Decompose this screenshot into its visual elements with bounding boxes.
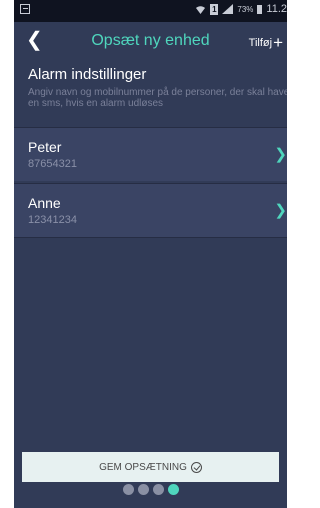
chevron-right-icon: ❯	[274, 146, 287, 163]
chevron-right-icon: ❯	[274, 202, 287, 219]
app-screen: 1 73% 11.2 ❮ Opsæt ny enhed Tilføj+ Alar…	[14, 0, 287, 508]
clock: 11.2	[266, 3, 287, 15]
page-dot	[137, 484, 149, 495]
add-contact-button[interactable]: Tilføj+	[249, 33, 283, 53]
page-dot	[152, 484, 164, 495]
battery-percent: 73%	[237, 4, 254, 14]
contact-name: Peter	[28, 139, 62, 155]
gallery-icon	[20, 4, 30, 14]
plus-icon: +	[273, 33, 283, 52]
page-title: Opsæt ny enhed	[91, 32, 210, 49]
contact-phone: 87654321	[28, 158, 77, 170]
status-bar: 1 73% 11.2	[14, 0, 287, 22]
section-heading: Alarm indstillinger	[28, 66, 147, 83]
save-label: GEM OPSÆTNING	[99, 461, 187, 473]
top-bar: ❮ Opsæt ny enhed Tilføj+	[14, 22, 287, 60]
check-circle-icon	[190, 461, 202, 473]
battery-icon	[257, 4, 263, 14]
contact-phone: 12341234	[28, 214, 77, 226]
sim-icon: 1	[210, 3, 219, 15]
section-description: Angiv navn og mobilnummer på de personer…	[28, 87, 287, 109]
wifi-icon	[196, 5, 206, 14]
page-dot-active	[167, 484, 179, 495]
status-icons: 1 73% 11.2	[195, 3, 287, 15]
divider	[14, 237, 287, 238]
contact-row[interactable]: Peter 87654321 ❯	[14, 127, 287, 181]
add-label: Tilføj	[248, 37, 273, 49]
page-indicator	[14, 484, 287, 495]
contact-row[interactable]: Anne 12341234 ❯	[14, 183, 287, 237]
contact-name: Anne	[28, 195, 61, 211]
page-dot	[122, 484, 134, 495]
intro-section: Alarm indstillinger Angiv navn og mobiln…	[14, 60, 287, 127]
signal-icon	[222, 4, 234, 14]
save-setup-button[interactable]: GEM OPSÆTNING	[22, 452, 279, 482]
